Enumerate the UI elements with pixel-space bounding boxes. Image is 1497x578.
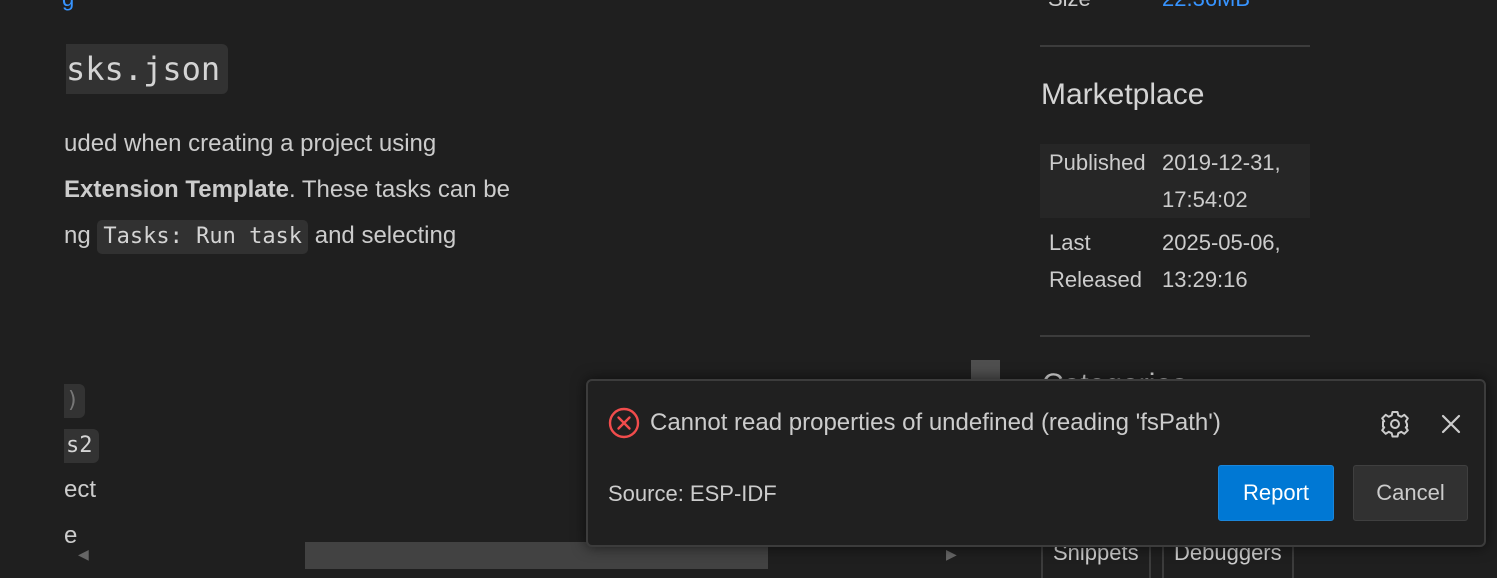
readme-code-fragment: ) <box>64 384 86 418</box>
readme-bold-text: Extension Template <box>64 176 289 203</box>
size-label: Size <box>1048 0 1091 12</box>
published-date: 2019-12-31, <box>1162 150 1281 175</box>
released-date: 2025-05-06, <box>1162 230 1281 255</box>
last-label: Last <box>1049 230 1091 255</box>
released-label: Released <box>1049 267 1142 292</box>
readme-paragraph-line-2: Extension Template. These tasks can be <box>64 176 510 204</box>
readme-text: and selecting <box>314 222 457 249</box>
cancel-button[interactable]: Cancel <box>1353 465 1468 521</box>
close-icon[interactable] <box>1434 407 1468 441</box>
released-time: 13:29:16 <box>1162 267 1248 292</box>
published-label-cont <box>1040 181 1162 218</box>
published-time: 17:54:02 <box>1162 187 1248 212</box>
size-value-link[interactable]: 22.36MB <box>1162 0 1250 12</box>
notification-source: Source: ESP-IDF <box>608 481 777 506</box>
scroll-right-arrow-icon[interactable]: ▶ <box>946 546 957 563</box>
released-row: Last 2025-05-06, <box>1040 224 1310 261</box>
readme-paragraph-line-1: uded when creating a project using <box>64 130 437 157</box>
report-button[interactable]: Report <box>1218 465 1334 521</box>
published-row-cont: 17:54:02 <box>1040 181 1310 218</box>
readme-link-fragment[interactable]: g <box>62 0 74 12</box>
readme-text: ng <box>64 222 91 249</box>
error-notification-toast: Cannot read properties of undefined (rea… <box>586 379 1486 547</box>
readme-text: . These tasks can be <box>288 176 510 203</box>
sidebar-divider <box>1040 45 1310 47</box>
sidebar-divider <box>1040 335 1310 337</box>
notification-message: Cannot read properties of undefined (rea… <box>650 409 1221 436</box>
marketplace-info-table: Published 2019-12-31, 17:54:02 Last 2025… <box>1040 144 1310 298</box>
published-row: Published 2019-12-31, <box>1040 144 1310 181</box>
readme-heading-code: sks.json <box>66 44 229 94</box>
scroll-left-arrow-icon[interactable]: ◀ <box>78 546 89 563</box>
released-row-cont: Released 13:29:16 <box>1040 261 1310 298</box>
readme-code-fragment: s2 <box>64 429 99 463</box>
readme-text-fragment: ect <box>64 476 97 503</box>
readme-text-fragment: e <box>64 522 78 549</box>
marketplace-title: Marketplace <box>1041 78 1205 111</box>
error-icon <box>608 407 640 439</box>
published-label: Published <box>1049 150 1146 175</box>
readme-inline-code: Tasks: Run task <box>97 220 309 254</box>
readme-paragraph-line-3: ng Tasks: Run task and selecting <box>64 220 456 254</box>
gear-icon[interactable] <box>1378 407 1412 441</box>
